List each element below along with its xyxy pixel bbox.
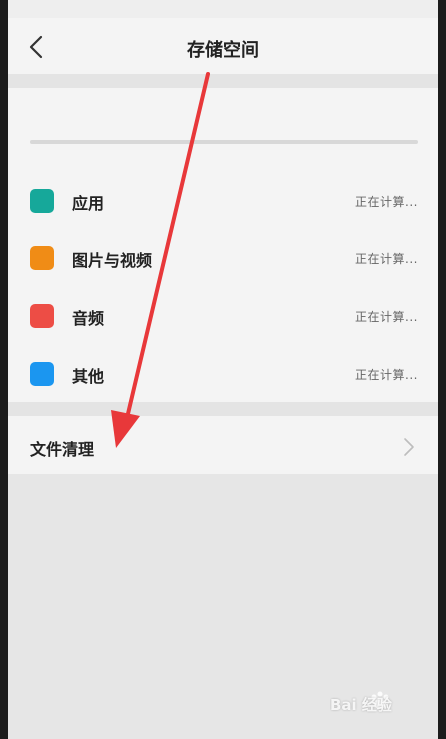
storage-item-apps[interactable]: 应用 正在计算... [8,172,438,230]
file-cleanup-label: 文件清理 [30,440,95,459]
file-cleanup-item[interactable]: 文件清理 [8,416,438,474]
storage-item-media[interactable]: 图片与视频 正在计算... [8,229,438,287]
storage-item-status: 正在计算... [355,195,418,209]
section-divider [8,402,438,416]
paw-logo-icon: Bai 经验 [330,691,393,714]
status-bar [8,0,438,18]
watermark-text: Bai 经验 [330,696,393,714]
baidu-watermark: Bai 经验 [330,688,440,718]
phone-screen: 存储空间 应用 正在计算... 图片与视频 正在计算... 音频 正在计算...… [8,0,438,739]
app-header: 存储空间 [8,18,438,74]
storage-item-status: 正在计算... [355,310,418,324]
color-swatch-icon [30,304,54,328]
color-swatch-icon [30,246,54,270]
storage-item-label: 音频 [72,309,105,328]
storage-item-audio[interactable]: 音频 正在计算... [8,287,438,345]
storage-card: 应用 正在计算... 图片与视频 正在计算... 音频 正在计算... 其他 正… [8,88,438,402]
storage-item-other[interactable]: 其他 正在计算... [8,345,438,403]
color-swatch-icon [30,189,54,213]
chevron-right-icon [404,438,414,456]
section-divider [8,74,438,88]
storage-item-status: 正在计算... [355,252,418,266]
color-swatch-icon [30,362,54,386]
storage-item-status: 正在计算... [355,368,418,382]
storage-item-label: 图片与视频 [72,251,153,270]
storage-item-label: 应用 [72,194,105,213]
storage-usage-bar [30,140,418,144]
page-title: 存储空间 [187,40,259,61]
storage-item-label: 其他 [72,367,105,386]
